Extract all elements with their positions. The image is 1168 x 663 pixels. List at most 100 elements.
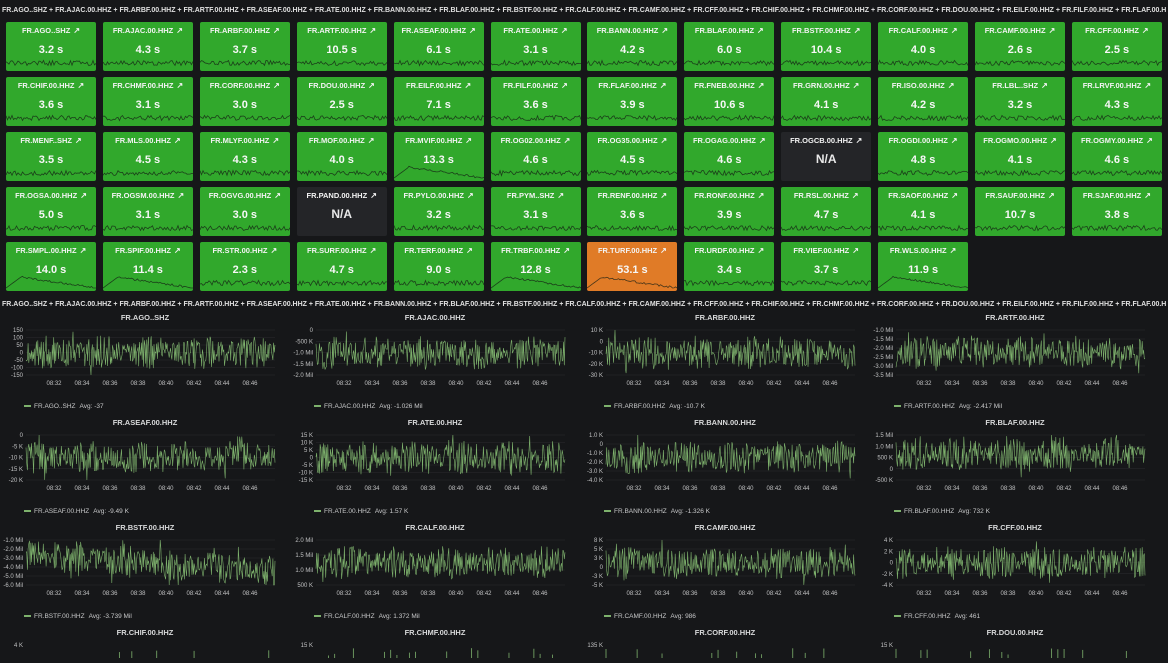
external-link-icon[interactable]: ↗ <box>174 246 181 255</box>
stat-panel[interactable]: FR.SMPL.00.HHZ ↗ 14.0 s <box>6 242 96 291</box>
graph-legend[interactable]: FR.BLAF.00.HHZ Avg: 732 K <box>894 508 990 515</box>
stat-panel[interactable]: FR.CFF.00.HHZ ↗ 2.5 s <box>1071 22 1162 71</box>
external-link-icon[interactable]: ↗ <box>661 136 668 145</box>
external-link-icon[interactable]: ↗ <box>856 136 863 145</box>
stat-panel[interactable]: FR.ATE.00.HHZ ↗ 3.1 s <box>490 22 581 71</box>
stat-panel-title[interactable]: FR.BSTF.00.HHZ ↗ <box>781 26 871 35</box>
stat-panel-title[interactable]: FR.SURF.00.HHZ ↗ <box>297 246 387 255</box>
stat-panel[interactable]: FR.PYM..SHZ ↗ 3.1 s <box>490 187 581 236</box>
stat-panel[interactable]: FR.OGMO.00.HHZ ↗ 4.1 s <box>975 132 1065 181</box>
external-link-icon[interactable]: ↗ <box>273 81 280 90</box>
stat-panel-title[interactable]: FR.PAND.00.HHZ ↗ <box>297 191 387 200</box>
external-link-icon[interactable]: ↗ <box>854 26 861 35</box>
graph-legend[interactable]: FR.AGO..SHZ Avg: -37 <box>24 403 104 410</box>
stat-panel-title[interactable]: FR.ARBF.00.HHZ ↗ <box>200 26 290 35</box>
external-link-icon[interactable]: ↗ <box>1144 191 1151 200</box>
external-link-icon[interactable]: ↗ <box>465 136 472 145</box>
stat-panel-title[interactable]: FR.OGSA.00.HHZ ↗ <box>6 191 96 200</box>
stat-panel[interactable]: FR.ARBF.00.HHZ ↗ 3.7 s <box>199 22 290 71</box>
graph-panel[interactable]: FR.DOU.00.HHZ 15 K10 K <box>870 628 1160 658</box>
graph-title[interactable]: FR.AGO..SHZ <box>0 313 290 322</box>
graph-legend[interactable]: FR.CAMF.00.HHZ Avg: 986 <box>604 613 696 620</box>
stat-panel-title[interactable]: FR.ASEAF.00.HHZ ↗ <box>394 26 484 35</box>
external-link-icon[interactable]: ↗ <box>1050 136 1057 145</box>
stat-panel-title[interactable]: FR.OGDI.00.HHZ ↗ <box>878 136 968 145</box>
stat-panel-title[interactable]: FR.ISO.00.HHZ ↗ <box>878 81 968 90</box>
external-link-icon[interactable]: ↗ <box>951 136 958 145</box>
stat-panel[interactable]: FR.CHMF.00.HHZ ↗ 3.1 s <box>102 77 193 126</box>
graph-title[interactable]: FR.CFF.00.HHZ <box>870 523 1160 532</box>
graph-legend[interactable]: FR.BSTF.00.HHZ Avg: -3.739 Mil <box>24 613 132 620</box>
stat-panel[interactable]: FR.SURF.00.HHZ ↗ 4.7 s <box>296 242 387 291</box>
external-link-icon[interactable]: ↗ <box>369 26 376 35</box>
stat-panel-title[interactable]: FR.STR.00.HHZ ↗ <box>200 246 290 255</box>
stat-panel[interactable]: FR.ISO.00.HHZ ↗ 4.2 s <box>878 77 969 126</box>
stat-panel[interactable]: FR.CAMF.00.HHZ ↗ 2.6 s <box>975 22 1065 71</box>
stat-panel[interactable]: FR.OGSM.00.HHZ ↗ 3.1 s <box>102 187 193 236</box>
external-link-icon[interactable]: ↗ <box>950 246 957 255</box>
external-link-icon[interactable]: ↗ <box>951 191 958 200</box>
external-link-icon[interactable]: ↗ <box>1048 191 1055 200</box>
stat-panel-title[interactable]: FR.ARTF.00.HHZ ↗ <box>297 26 387 35</box>
stat-panel-title[interactable]: FR.CAMF.00.HHZ ↗ <box>975 26 1065 35</box>
stat-panel[interactable]: FR.OGVG.00.HHZ ↗ 3.0 s <box>199 187 290 236</box>
stat-panel[interactable]: FR.LBL..SHZ ↗ 3.2 s <box>975 77 1065 126</box>
stat-panel[interactable]: FR.MLS.00.HHZ ↗ 4.5 s <box>102 132 193 181</box>
external-link-icon[interactable]: ↗ <box>273 26 280 35</box>
stat-panel-title[interactable]: FR.PYLO.00.HHZ ↗ <box>394 191 484 200</box>
stat-panel-title[interactable]: FR.EILF.00.HHZ ↗ <box>394 81 484 90</box>
graph-title[interactable]: FR.CAMF.00.HHZ <box>580 523 870 532</box>
stat-panel-title[interactable]: FR.RENF.00.HHZ ↗ <box>587 191 677 200</box>
external-link-icon[interactable]: ↗ <box>757 246 764 255</box>
graph-panel[interactable]: FR.BANN.00.HHZ 1.0 K 0 -1.0 K -2.0 K -3.0 K -4… <box>580 418 870 523</box>
graph-panel[interactable]: FR.ATE.00.HHZ 15 K 10 K5 K 0 -5 K -10 K -15 K 0… <box>290 418 580 523</box>
stat-panel[interactable]: FR.AGO..SHZ ↗ 3.2 s <box>6 22 96 71</box>
stat-panel[interactable]: FR.URDF.00.HHZ ↗ 3.4 s <box>684 242 775 291</box>
stat-panel-title[interactable]: FR.RONF.00.HHZ ↗ <box>684 191 774 200</box>
graph-panel[interactable]: FR.BLAF.00.HHZ 1.5 Mil 1.0 Mil 500 K 0 -500 K… <box>870 418 1160 523</box>
stat-panel[interactable]: FR.CALF.00.HHZ ↗ 4.0 s <box>878 22 969 71</box>
row-title-graphs[interactable]: FR.AGO..SHZ + FR.AJAC.00.HHZ + FR.ARBF.0… <box>2 297 1166 313</box>
stat-panel[interactable]: FR.OG02.00.HHZ ↗ 4.6 s <box>490 132 581 181</box>
graph-title[interactable]: FR.DOU.00.HHZ <box>870 628 1160 637</box>
external-link-icon[interactable]: ↗ <box>368 81 375 90</box>
stat-panel[interactable]: FR.MVIF.00.HHZ ↗ 13.3 s <box>393 132 484 181</box>
graph-panel[interactable]: FR.CALF.00.HHZ 2.0 Mil 1.5 Mil 1.0 Mil 500 K… <box>290 523 580 628</box>
graph-panel[interactable]: FR.ARTF.00.HHZ -1.0 Mil -1.5 Mil -2.0 Mil -2… <box>870 313 1160 418</box>
stat-panel[interactable]: FR.TRBF.00.HHZ ↗ 12.8 s <box>490 242 581 291</box>
stat-panel-title[interactable]: FR.TRBF.00.HHZ ↗ <box>491 246 581 255</box>
external-link-icon[interactable]: ↗ <box>467 191 474 200</box>
stat-panel[interactable]: FR.ASEAF.00.HHZ ↗ 6.1 s <box>393 22 484 71</box>
stat-panel[interactable]: FR.RSL.00.HHZ ↗ 4.7 s <box>781 187 872 236</box>
external-link-icon[interactable]: ↗ <box>469 26 476 35</box>
stat-panel[interactable]: FR.OG35.00.HHZ ↗ 4.5 s <box>587 132 678 181</box>
graph-panel[interactable]: FR.AGO..SHZ 150 100 50 0 -50 -100 -150 08:32 08:3… <box>0 313 290 418</box>
stat-panel-title[interactable]: FR.SMPL.00.HHZ ↗ <box>6 246 96 255</box>
external-link-icon[interactable]: ↗ <box>270 246 277 255</box>
external-link-icon[interactable]: ↗ <box>77 81 84 90</box>
stat-panel[interactable]: FR.CORF.00.HHZ ↗ 3.0 s <box>199 77 290 126</box>
external-link-icon[interactable]: ↗ <box>852 246 859 255</box>
graph-title[interactable]: FR.ASEAF.00.HHZ <box>0 418 290 427</box>
stat-panel-title[interactable]: FR.TURF.00.HHZ ↗ <box>587 246 677 255</box>
stat-panel-title[interactable]: FR.CORF.00.HHZ ↗ <box>200 81 290 90</box>
stat-panel-title[interactable]: FR.OGMO.00.HHZ ↗ <box>975 136 1065 145</box>
external-link-icon[interactable]: ↗ <box>661 26 668 35</box>
stat-panel-title[interactable]: FR.LBL..SHZ ↗ <box>975 81 1065 90</box>
external-link-icon[interactable]: ↗ <box>660 246 667 255</box>
graph-legend[interactable]: FR.BANN.00.HHZ Avg: -1.326 K <box>604 508 710 515</box>
stat-panel[interactable]: FR.PYLO.00.HHZ ↗ 3.2 s <box>393 187 484 236</box>
external-link-icon[interactable]: ↗ <box>564 136 571 145</box>
stat-panel-title[interactable]: FR.MENF..SHZ ↗ <box>6 136 96 145</box>
graph-title[interactable]: FR.ARBF.00.HHZ <box>580 313 870 322</box>
graph-panel[interactable]: FR.AJAC.00.HHZ 0 -500 K -1.0 Mil -1.5 Mil -2.… <box>290 313 580 418</box>
external-link-icon[interactable]: ↗ <box>466 246 473 255</box>
graph-title[interactable]: FR.ARTF.00.HHZ <box>870 313 1160 322</box>
external-link-icon[interactable]: ↗ <box>948 81 955 90</box>
external-link-icon[interactable]: ↗ <box>561 81 568 90</box>
stat-panel[interactable]: FR.STR.00.HHZ ↗ 2.3 s <box>199 242 290 291</box>
graph-panel[interactable]: FR.BSTF.00.HHZ -1.0 Mil -2.0 Mil -3.0 Mil -4… <box>0 523 290 628</box>
stat-panel-title[interactable]: FR.PYM..SHZ ↗ <box>491 191 581 200</box>
graph-title[interactable]: FR.BANN.00.HHZ <box>580 418 870 427</box>
stat-panel-title[interactable]: FR.MLYF.00.HHZ ↗ <box>200 136 290 145</box>
